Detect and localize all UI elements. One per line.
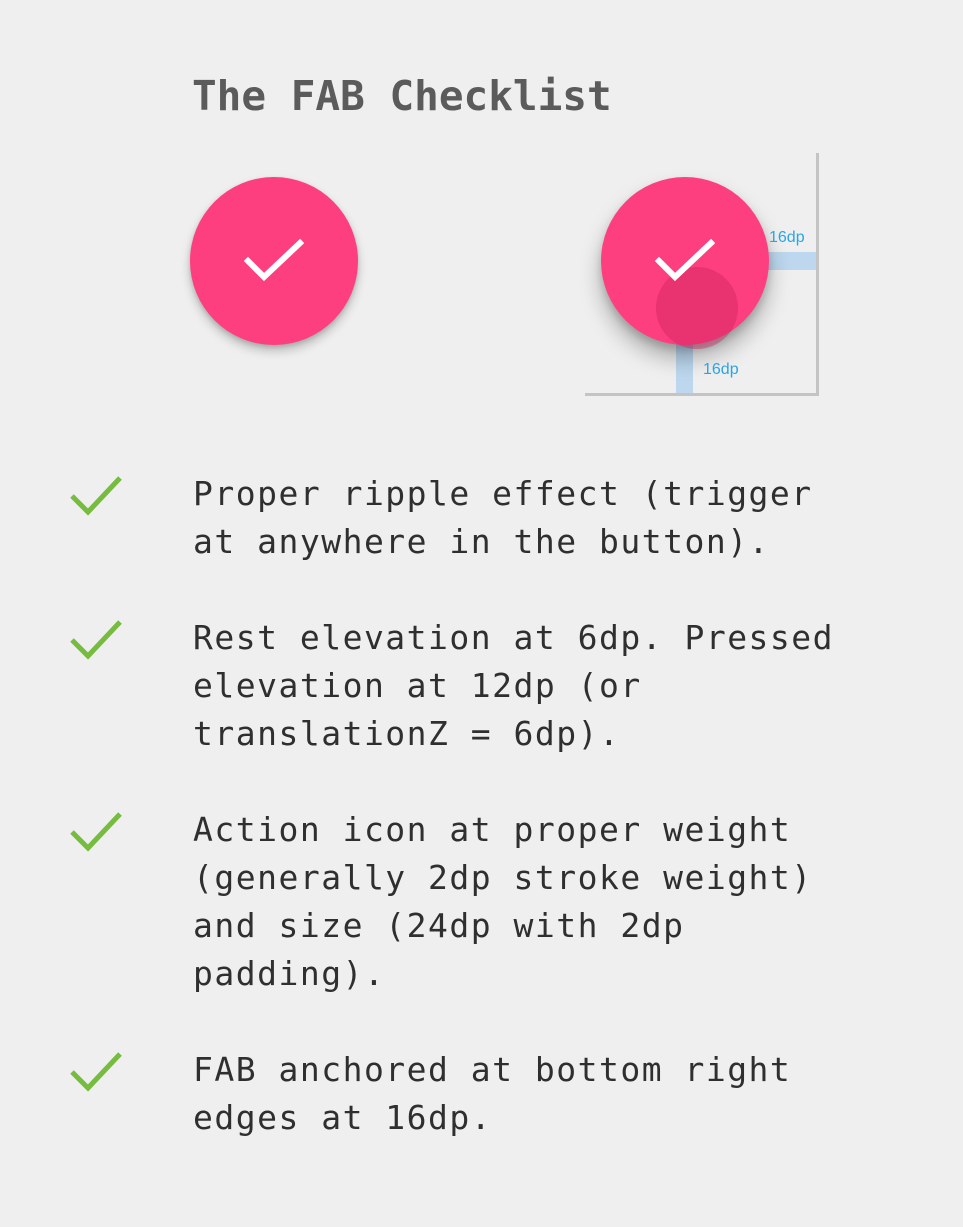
- screen-bottom-edge: [585, 393, 819, 396]
- check-icon: [70, 476, 122, 516]
- bottom-margin-guide: [676, 344, 693, 393]
- page-title: The FAB Checklist: [192, 72, 612, 120]
- checklist-item-elevation: Rest elevation at 6dp. Pressed elevation…: [193, 618, 835, 753]
- check-icon: [70, 812, 122, 852]
- checklist-item-anchoring: FAB anchored at bottom right edges at 16…: [193, 1050, 792, 1137]
- checklist-item-icon-weight: Action icon at proper weight (generally …: [193, 810, 813, 993]
- check-icon: [70, 1052, 122, 1092]
- bottom-margin-label: 16dp: [703, 361, 739, 378]
- check-icon: [244, 238, 304, 282]
- check-icon: [70, 620, 122, 660]
- right-margin-label: 16dp: [769, 229, 805, 246]
- check-icon: [655, 238, 715, 282]
- screen-right-edge: [816, 153, 819, 396]
- fab-pressed-example[interactable]: [601, 177, 769, 349]
- fab-rest-example[interactable]: [190, 177, 358, 345]
- right-margin-guide: [768, 252, 816, 270]
- checklist-item-ripple: Proper ripple effect (trigger at anywher…: [193, 474, 813, 561]
